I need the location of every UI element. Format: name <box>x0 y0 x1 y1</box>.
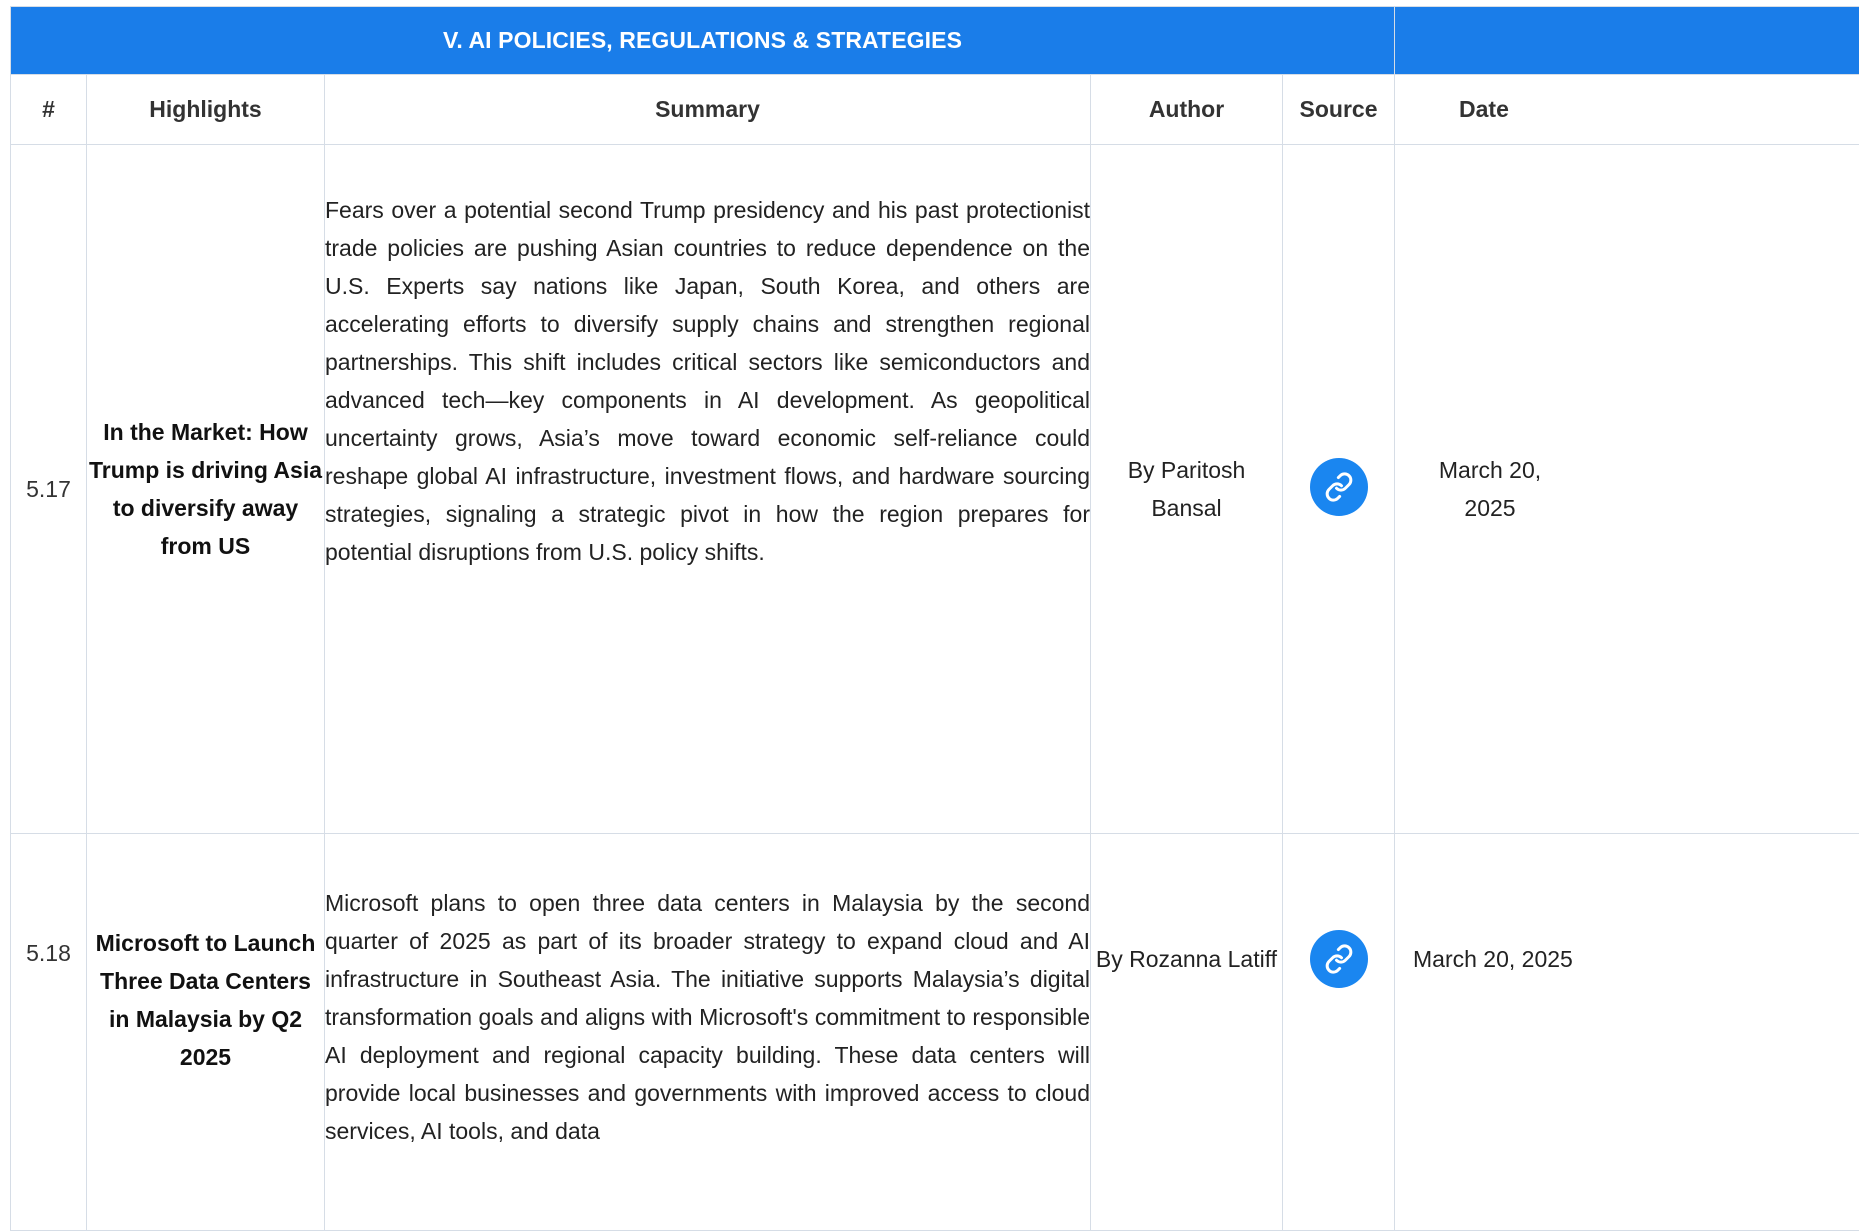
row-source <box>1283 834 1395 1231</box>
policies-table-container: V. AI POLICIES, REGULATIONS & STRATEGIES… <box>10 6 1859 1231</box>
row-highlight: In the Market: How Trump is driving Asia… <box>87 145 325 834</box>
row-date-text: March 20, 2025 <box>1437 451 1543 527</box>
row-author: By Rozanna Latiff <box>1091 834 1283 1231</box>
table-row: 5.17 In the Market: How Trump is driving… <box>11 145 1859 834</box>
row-summary: Microsoft plans to open three data cente… <box>325 834 1091 1231</box>
table-row: 5.18 Microsoft to Launch Three Data Cent… <box>11 834 1859 1231</box>
row-number: 5.18 <box>11 834 87 1231</box>
section-header-row: V. AI POLICIES, REGULATIONS & STRATEGIES <box>11 7 1859 75</box>
news-table: V. AI POLICIES, REGULATIONS & STRATEGIES… <box>10 6 1859 1231</box>
section-title: V. AI POLICIES, REGULATIONS & STRATEGIES <box>11 7 1395 75</box>
row-author: By Paritosh Bansal <box>1091 145 1283 834</box>
column-header-row: # Highlights Summary Author Source Date <box>11 75 1859 145</box>
row-date: March 20, 2025 <box>1395 145 1859 834</box>
column-header-summary: Summary <box>325 75 1091 145</box>
link-icon <box>1324 944 1354 974</box>
source-link-button[interactable] <box>1310 458 1368 516</box>
column-header-highlights: Highlights <box>87 75 325 145</box>
row-summary: Fears over a potential second Trump pres… <box>325 145 1091 834</box>
column-header-num: # <box>11 75 87 145</box>
row-date: March 20, 2025 <box>1395 834 1859 1231</box>
section-title-filler <box>1395 7 1859 75</box>
row-highlight: Microsoft to Launch Three Data Centers i… <box>87 834 325 1231</box>
source-link-button[interactable] <box>1310 930 1368 988</box>
row-date-text: March 20, 2025 <box>1413 946 1573 972</box>
row-source <box>1283 145 1395 834</box>
column-header-source: Source <box>1283 75 1395 145</box>
column-header-author: Author <box>1091 75 1283 145</box>
column-header-date: Date <box>1395 75 1859 145</box>
row-number: 5.17 <box>11 145 87 834</box>
link-icon <box>1324 472 1354 502</box>
